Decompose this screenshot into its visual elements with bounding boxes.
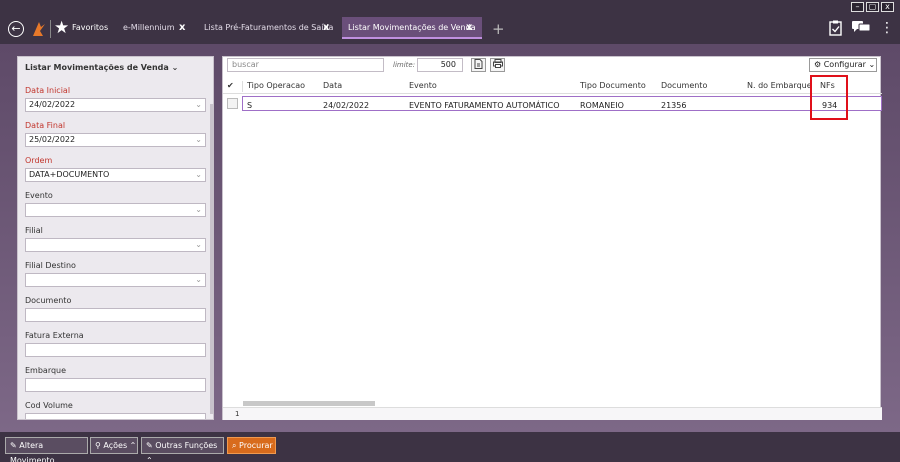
close-window-button[interactable]: x [881, 2, 894, 12]
fatura-externa-input[interactable] [25, 343, 206, 357]
row-checkbox[interactable] [227, 98, 238, 109]
label-evento: Evento [25, 191, 53, 200]
search-icon: ⌕ [232, 441, 237, 450]
embarque-input[interactable] [25, 378, 206, 392]
cell-data: 24/02/2022 [323, 101, 370, 110]
data-inicial-input[interactable]: 24/02/2022 ⌄ [25, 98, 206, 112]
horizontal-scrollbar[interactable] [243, 401, 375, 406]
chevron-down-icon: ⌄ [195, 170, 202, 179]
select-all-check-icon[interactable]: ✔ [227, 81, 234, 90]
label-filial-destino: Filial Destino [25, 261, 76, 270]
filter-panel: Listar Movimentações de Venda ⌄ Data Ini… [17, 56, 214, 420]
table-row[interactable]: S 24/02/2022 EVENTO FATURAMENTO AUTOMÁTI… [242, 96, 882, 111]
acoes-button[interactable]: ⚲ Ações ⌃ [90, 437, 138, 454]
results-grid: buscar limite: 500 ⚙ Configurar ⌄ ✔ Tipo… [222, 56, 882, 420]
highlight-box [810, 75, 848, 120]
chevron-down-icon: ⌄ [195, 100, 202, 109]
col-n-embarque[interactable]: N. do Embarque [747, 81, 812, 90]
action-icon: ⚲ [95, 441, 101, 450]
row-count: 1 [235, 410, 240, 418]
label-cod-volume: Cod Volume [25, 401, 73, 410]
print-icon[interactable] [490, 58, 505, 72]
label-documento: Documento [25, 296, 72, 305]
tab-listar-movimentacoes[interactable]: Listar Movimentações de Venda x [342, 17, 482, 39]
tab-label: Lista Pré-Faturamentos de Saída [204, 23, 334, 32]
more-icon[interactable]: ⋮ [880, 20, 894, 36]
chevron-down-icon: ⌄ [195, 275, 202, 284]
cell-tipo-documento: ROMANEIO [580, 101, 624, 110]
edit-icon: ✎ [146, 441, 153, 450]
chevron-down-icon: ⌄ [171, 63, 179, 72]
label-ordem: Ordem [25, 156, 53, 165]
grid-footer: 1 [223, 407, 882, 420]
edit-icon: ✎ [10, 441, 17, 450]
col-data[interactable]: Data [323, 81, 342, 90]
tab-pre-faturamentos[interactable]: Lista Pré-Faturamentos de Saída x [198, 17, 338, 39]
col-evento[interactable]: Evento [409, 81, 437, 90]
divider [50, 20, 51, 38]
minimize-button[interactable]: – [851, 2, 864, 12]
filial-destino-select[interactable]: ⌄ [25, 273, 206, 287]
label-fatura-externa: Fatura Externa [25, 331, 84, 340]
configurar-button[interactable]: ⚙ Configurar ⌄ [809, 58, 877, 72]
export-icon[interactable] [471, 58, 486, 72]
chevron-down-icon: ⌄ [195, 135, 202, 144]
add-tab-icon[interactable]: + [492, 20, 505, 38]
chat-icon[interactable] [852, 20, 871, 38]
label-filial: Filial [25, 226, 43, 235]
limit-input[interactable]: 500 [417, 58, 463, 72]
procurar-button[interactable]: ⌕ Procurar [227, 437, 276, 454]
chevron-down-icon: ⌄ [868, 60, 876, 69]
col-documento[interactable]: Documento [661, 81, 707, 90]
label-data-final: Data Final [25, 121, 66, 130]
cell-tipo-operacao: S [247, 101, 253, 110]
table-header: ✔ Tipo Operacao Data Evento Tipo Documen… [223, 78, 882, 94]
logo-icon[interactable] [31, 20, 47, 38]
close-icon[interactable]: x [323, 17, 329, 39]
maximize-button[interactable]: ▢ [866, 2, 879, 12]
evento-select[interactable]: ⌄ [25, 203, 206, 217]
ordem-select[interactable]: DATA+DOCUMENTO ⌄ [25, 168, 206, 182]
label-data-inicial: Data Inicial [25, 86, 71, 95]
window-controls: – ▢ x [851, 2, 894, 12]
chevron-up-icon: ⌃ [129, 441, 137, 450]
filter-title[interactable]: Listar Movimentações de Venda ⌄ [25, 63, 178, 72]
bottom-toolbar: ✎ Altera Movimento ⚲ Ações ⌃ ✎ Outras Fu… [0, 432, 900, 462]
close-icon[interactable]: x [179, 17, 185, 39]
cod-volume-input[interactable] [25, 413, 206, 419]
filter-scrollbar[interactable] [210, 104, 214, 414]
altera-movimento-button[interactable]: ✎ Altera Movimento [5, 437, 88, 462]
tab-label: Listar Movimentações de Venda [348, 23, 476, 32]
tab-e-millennium[interactable]: e-Millennium x [117, 17, 195, 39]
limit-label: limite: [393, 61, 416, 69]
col-tipo-documento[interactable]: Tipo Documento [580, 81, 646, 90]
filial-select[interactable]: ⌄ [25, 238, 206, 252]
tab-label: e-Millennium [123, 23, 175, 32]
documento-input[interactable] [25, 308, 206, 322]
star-icon[interactable]: ★ [54, 18, 69, 38]
chevron-down-icon: ⌄ [195, 205, 202, 214]
data-final-input[interactable]: 25/02/2022 ⌄ [25, 133, 206, 147]
close-icon[interactable]: x [466, 17, 472, 39]
favorites-label[interactable]: Favoritos [72, 23, 108, 32]
clipboard-icon[interactable] [829, 20, 842, 40]
outras-funcoes-button[interactable]: ✎ Outras Funções ⌃ [141, 437, 224, 462]
chevron-up-icon: ⌃ [146, 456, 153, 462]
gear-icon: ⚙ [814, 60, 822, 69]
col-tipo-operacao[interactable]: Tipo Operacao [247, 81, 305, 90]
search-input[interactable]: buscar [227, 58, 384, 72]
label-embarque: Embarque [25, 366, 67, 375]
top-bar: – ▢ x ← ★ Favoritos e-Millennium x Lista… [0, 0, 900, 44]
chevron-down-icon: ⌄ [195, 240, 202, 249]
cell-documento: 21356 [661, 101, 687, 110]
back-icon[interactable]: ← [8, 21, 24, 37]
cell-evento: EVENTO FATURAMENTO AUTOMÁTICO [409, 101, 560, 110]
